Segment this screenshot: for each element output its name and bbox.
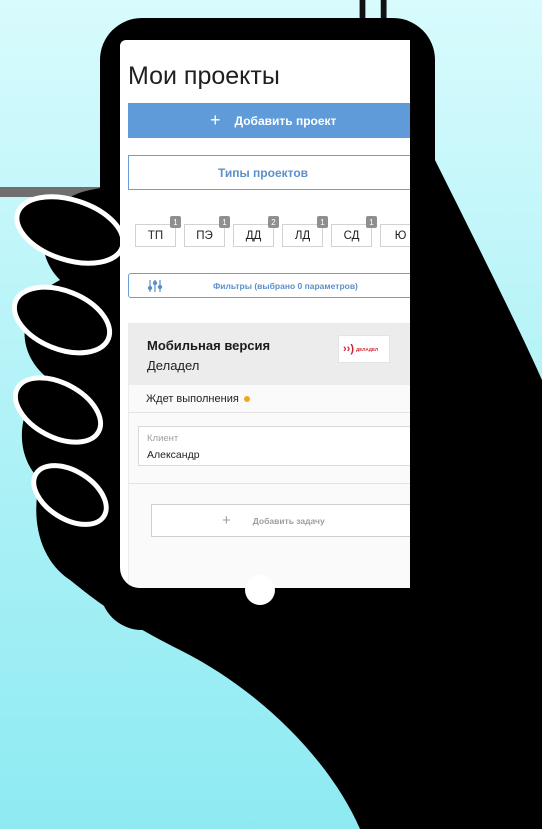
chip-ld[interactable]: ЛД 1 xyxy=(282,216,328,247)
chip-pe[interactable]: ПЭ 1 xyxy=(184,216,230,247)
chip-yu[interactable]: Ю xyxy=(380,224,410,247)
chip-label: ДД xyxy=(245,229,262,242)
phone-screen: Мои проекты + Добавить проект Типы проек… xyxy=(120,40,410,588)
project-status: Ждет выполнения xyxy=(146,393,250,405)
client-value: Александр xyxy=(147,449,200,461)
chip-count-badge: 1 xyxy=(170,216,181,228)
project-types-label: Типы проектов xyxy=(217,165,309,180)
chip-label: ПЭ xyxy=(196,229,213,242)
chip-label: ЛД xyxy=(294,229,311,242)
sliders-icon xyxy=(147,279,163,292)
chip-tp[interactable]: ТП 1 xyxy=(135,216,181,247)
chip-count-badge: 2 xyxy=(268,216,279,228)
company-logo: ››) ДЕЛАДЕЛ xyxy=(338,335,390,363)
chip-label: ТП xyxy=(147,229,164,242)
page-title: Мои проекты xyxy=(128,62,280,90)
status-text: Ждет выполнения xyxy=(146,393,239,405)
plus-icon: + xyxy=(210,110,221,130)
filters-button[interactable]: Фильтры (выбрано 0 параметров) xyxy=(128,273,410,298)
logo-mark-icon: ››) xyxy=(343,343,354,355)
add-task-button[interactable]: + Добавить задачу xyxy=(151,504,410,537)
client-label: Клиент xyxy=(147,433,179,444)
plus-icon: + xyxy=(222,512,231,529)
chip-count-badge: 1 xyxy=(366,216,377,228)
chip-sd[interactable]: СД 1 xyxy=(331,216,377,247)
chip-count-badge: 1 xyxy=(219,216,230,228)
add-project-button[interactable]: + Добавить проект xyxy=(128,103,410,138)
project-company: Деладел xyxy=(147,358,200,373)
divider xyxy=(129,412,410,413)
project-types-button[interactable]: Типы проектов xyxy=(128,155,410,190)
project-card[interactable]: Мобильная версия Деладел ››) ДЕЛАДЕЛ Жде… xyxy=(128,323,410,588)
divider xyxy=(129,483,410,484)
add-task-label: Добавить задачу xyxy=(252,515,325,526)
chip-count-badge: 1 xyxy=(317,216,328,228)
add-project-label: Добавить проект xyxy=(234,113,337,128)
chip-dd[interactable]: ДД 2 xyxy=(233,216,279,247)
logo-brand-text: ДЕЛАДЕЛ xyxy=(356,346,379,352)
project-card-header: Мобильная версия Деладел ››) ДЕЛАДЕЛ xyxy=(129,323,410,385)
status-dot-icon xyxy=(243,396,250,402)
chip-label: Ю xyxy=(394,229,407,242)
filters-label: Фильтры (выбрано 0 параметров) xyxy=(213,280,358,291)
client-field[interactable]: Клиент Александр xyxy=(138,426,410,466)
project-title: Мобильная версия xyxy=(147,338,271,353)
home-button[interactable] xyxy=(245,575,275,605)
chip-label: СД xyxy=(343,229,360,242)
